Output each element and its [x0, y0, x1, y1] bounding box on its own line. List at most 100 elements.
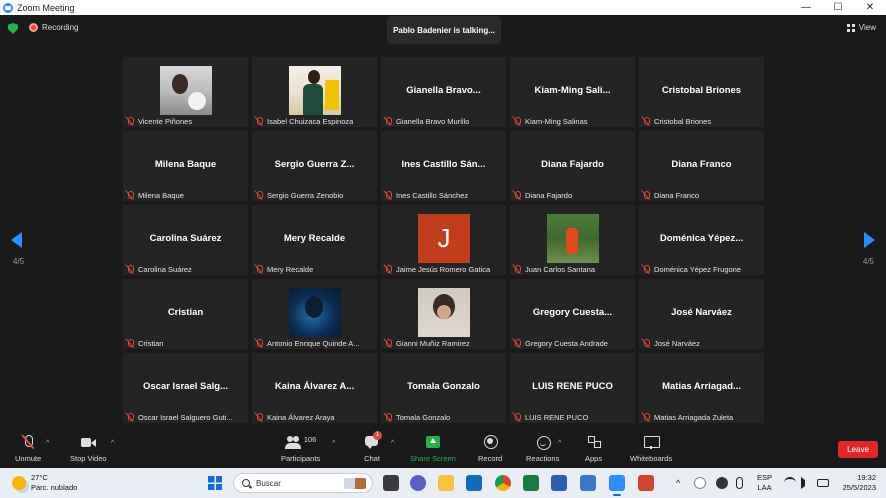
participant-tile[interactable]: Mery Recalde Mery Recalde: [252, 205, 377, 275]
record-button[interactable]: Record: [478, 435, 502, 463]
participant-display-name: Sergio Guerra Z...: [274, 159, 355, 170]
participant-tile[interactable]: Oscar Israel Salg... Oscar Israel Salguer…: [123, 353, 248, 423]
participant-tile[interactable]: Ines Castillo Sán... Ines Castillo Sánche…: [381, 131, 506, 201]
recording-indicator[interactable]: Recording: [29, 23, 78, 32]
apps-button[interactable]: Apps: [585, 435, 602, 463]
file-explorer-icon[interactable]: [438, 475, 454, 491]
participant-tile[interactable]: Sergio Guerra Z... Sergio Guerra Zenobio: [252, 131, 377, 201]
outlook-icon[interactable]: [466, 475, 482, 491]
audio-options-caret-icon[interactable]: ^: [46, 440, 49, 447]
share-screen-button[interactable]: Share Screen: [410, 435, 456, 463]
apps-label: Apps: [585, 454, 603, 463]
onedrive-cloud-icon[interactable]: [694, 477, 706, 489]
participant-tile[interactable]: Antonio Enrique Quinde A...: [252, 279, 377, 349]
participant-count: 106: [303, 435, 317, 444]
powerpoint-icon[interactable]: [638, 475, 654, 491]
participant-display-name: Gianella Bravo...: [406, 85, 481, 96]
view-button[interactable]: View: [846, 23, 876, 32]
muted-mic-icon: [254, 264, 264, 274]
word-icon[interactable]: [551, 475, 567, 491]
input-language[interactable]: ESP LAA: [757, 473, 772, 493]
participant-label-text: Diana Fajardo: [525, 190, 573, 200]
whiteboards-button[interactable]: Whiteboards: [630, 435, 672, 463]
taskbar-search-box[interactable]: Buscar: [233, 473, 373, 493]
participant-tile[interactable]: Diana Franco Diana Franco: [639, 131, 764, 201]
participant-tile[interactable]: Gianni Muñiz Ramirez: [381, 279, 506, 349]
leave-button[interactable]: Leave: [838, 441, 878, 458]
participant-label-text: Cristobal Briones: [654, 116, 712, 126]
reactions-button[interactable]: Reactions: [526, 435, 559, 463]
participant-tile[interactable]: José Narváez José Narváez: [639, 279, 764, 349]
background-banner: [325, 80, 339, 110]
next-page-arrow-icon[interactable]: [864, 232, 875, 248]
participant-tile[interactable]: Kiam-Ming Sali... Kiam-Ming Salinas: [510, 57, 635, 127]
muted-mic-icon: [512, 412, 522, 422]
video-options-caret-icon[interactable]: ^: [111, 440, 114, 447]
previous-page-arrow-icon[interactable]: [11, 232, 22, 248]
participant-label-text: Kaina Álvarez Araya: [267, 412, 335, 422]
participant-label-text: Vicente Piñones: [138, 116, 193, 126]
stop-video-button[interactable]: Stop Video: [70, 435, 107, 463]
title-bar: Zoom Meeting — ☐ ✕: [0, 0, 886, 15]
video-camera-icon: [80, 435, 97, 449]
volume-icon[interactable]: [801, 477, 809, 489]
participant-tile[interactable]: Cristian Cristian: [123, 279, 248, 349]
participant-display-name: Diana Franco: [671, 159, 732, 170]
participant-label-text: Diana Franco: [654, 190, 700, 200]
participant-tile[interactable]: J Jaime Jesús Romero Gatica: [381, 205, 506, 275]
excel-icon[interactable]: [523, 475, 539, 491]
participants-label: Participants: [281, 454, 321, 463]
share-screen-icon: [425, 435, 441, 449]
participant-tile[interactable]: Gianella Bravo... Gianella Bravo Murillo: [381, 57, 506, 127]
muted-mic-icon: [383, 338, 393, 348]
participant-tile[interactable]: Cristobal Briones Cristobal Briones: [639, 57, 764, 127]
reactions-options-caret-icon[interactable]: ^: [558, 440, 561, 447]
participant-label-text: Doménica Yépez Frugone: [654, 264, 741, 274]
task-view-icon[interactable]: [383, 475, 399, 491]
security-shield-icon[interactable]: [8, 23, 18, 34]
wifi-icon[interactable]: [784, 477, 796, 489]
participant-tile[interactable]: Diana Fajardo Diana Fajardo: [510, 131, 635, 201]
participant-tile[interactable]: Juan Carlos Santana: [510, 205, 635, 275]
participant-tile[interactable]: Tomala Gonzalo Tomala Gonzalo: [381, 353, 506, 423]
taskbar-clock[interactable]: 19:32 25/5/2023: [832, 473, 876, 493]
participant-label-text: Gianni Muñiz Ramirez: [396, 338, 470, 348]
muted-mic-icon: [383, 116, 393, 126]
onedrive-business-icon[interactable]: [716, 477, 728, 489]
tray-overflow-chevron-icon[interactable]: ^: [676, 477, 688, 489]
participant-tile[interactable]: Gregory Cuesta... Gregory Cuesta Andrade: [510, 279, 635, 349]
participant-tile[interactable]: Carolina Suárez Carolina Suárez: [123, 205, 248, 275]
participant-tile[interactable]: Doménica Yépez... Doménica Yépez Frugone: [639, 205, 764, 275]
minimize-button[interactable]: —: [790, 0, 822, 15]
participant-video: [547, 214, 599, 263]
weather-widget[interactable]: 27°C Parc. nublado: [12, 473, 77, 493]
close-button[interactable]: ✕: [854, 0, 886, 15]
participants-options-caret-icon[interactable]: ^: [332, 440, 335, 447]
partly-cloudy-icon: [12, 476, 26, 490]
participant-tile[interactable]: LUIS RENE PUCO LUIS RENE PUCO: [510, 353, 635, 423]
search-highlight-icon: [344, 478, 366, 489]
participant-tile[interactable]: Matias Arriagad... Matias Arriagada Zulet…: [639, 353, 764, 423]
muted-mic-icon: [641, 116, 651, 126]
participant-tile[interactable]: Kaina Álvarez A... Kaina Álvarez Araya: [252, 353, 377, 423]
microphone-tray-icon[interactable]: [736, 477, 743, 489]
chat-options-caret-icon[interactable]: ^: [391, 440, 394, 447]
teams-chat-icon[interactable]: [410, 475, 426, 491]
apps-icon: [586, 435, 602, 449]
unmute-button[interactable]: Unmute: [15, 435, 41, 463]
zoom-taskbar-icon[interactable]: [609, 475, 625, 496]
participant-display-name: José Narváez: [671, 307, 732, 318]
participant-tile[interactable]: Milena Baque Milena Baque: [123, 131, 248, 201]
windows-start-icon[interactable]: [208, 476, 222, 490]
photos-app-icon[interactable]: [580, 475, 596, 491]
chrome-icon[interactable]: [495, 475, 511, 491]
maximize-button[interactable]: ☐: [822, 0, 854, 15]
battery-icon[interactable]: [817, 479, 829, 487]
participant-tile[interactable]: Isabel Chuizaca Espinoza: [252, 57, 377, 127]
record-icon: [482, 435, 499, 449]
participant-tile[interactable]: Vicente Piñones: [123, 57, 248, 127]
clock-date: 25/5/2023: [842, 483, 876, 492]
participants-button[interactable]: 106 Participants: [281, 435, 320, 463]
participant-label-text: Kiam-Ming Salinas: [525, 116, 588, 126]
chat-button[interactable]: 1 Chat: [364, 431, 382, 463]
